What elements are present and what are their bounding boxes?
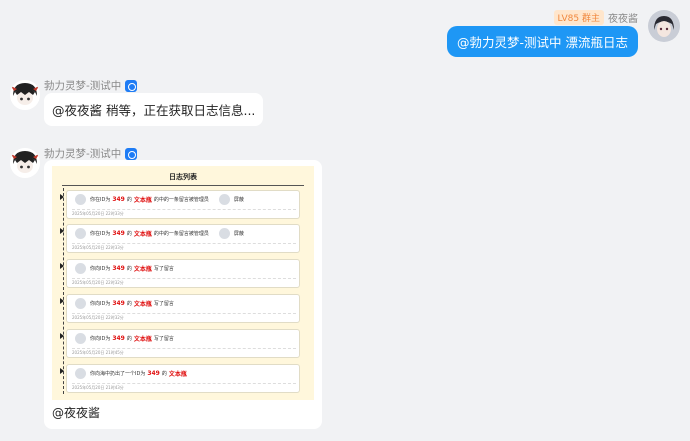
bot-avatar[interactable] bbox=[10, 80, 40, 110]
bottle-type: 文本瓶 bbox=[133, 197, 152, 204]
entry-prefix: 你向海中扔出了一个ID为 bbox=[90, 371, 146, 377]
user-avatar[interactable] bbox=[648, 10, 680, 42]
avatar bbox=[218, 194, 230, 205]
log-entry: 你在ID为 349 的文本瓶 的中的一条留言被管理员 屏蔽 2025年05月20日 22时… bbox=[60, 224, 300, 253]
entry-prefix: 你向ID为 bbox=[90, 266, 111, 272]
avatar bbox=[75, 333, 86, 344]
entry-connector: 的 bbox=[126, 231, 132, 237]
bottle-type: 文本瓶 bbox=[133, 336, 152, 343]
avatar bbox=[75, 228, 86, 239]
avatar bbox=[75, 298, 86, 309]
sender-name[interactable]: 夜夜酱 bbox=[608, 10, 638, 25]
outgoing-message: LV85 群主 夜夜酱 @勃力灵梦-测试中 漂流瓶日志 bbox=[380, 8, 680, 68]
entry-suffix: 的中的一条留言被管理员 bbox=[153, 197, 209, 203]
bottle-id: 349 bbox=[112, 196, 125, 203]
entry-time: 2025年05月20日 21时43分 bbox=[72, 383, 296, 391]
log-title: 日志列表 bbox=[62, 172, 304, 186]
entry-suffix: 写了留言 bbox=[153, 301, 174, 307]
bottle-type: 文本瓶 bbox=[133, 266, 152, 273]
log-entry: 你向ID为 349 的文本瓶 写了留言 2025年05月20日 22时32分 bbox=[60, 259, 300, 288]
log-entry: 你向ID为 349 的文本瓶 写了留言 2025年05月20日 22时32分 bbox=[60, 294, 300, 323]
entry-connector: 的 bbox=[126, 197, 132, 203]
bot-name-label: 勃力灵梦-测试中 bbox=[44, 80, 122, 92]
entry-connector: 的 bbox=[126, 336, 132, 342]
entry-time: 2025年05月20日 22时33分 bbox=[72, 209, 296, 217]
incoming-bubble[interactable]: @夜夜酱 稍等，正在获取日志信息... bbox=[44, 93, 264, 126]
entry-connector: 的 bbox=[126, 266, 132, 272]
outgoing-bubble[interactable]: @勃力灵梦-测试中 漂流瓶日志 bbox=[447, 26, 638, 57]
entry-suffix: 写了留言 bbox=[153, 336, 174, 342]
bottle-id: 349 bbox=[147, 370, 160, 377]
avatar bbox=[75, 368, 86, 379]
avatar bbox=[75, 194, 86, 205]
avatar bbox=[218, 228, 230, 239]
bottle-type: 文本瓶 bbox=[133, 301, 152, 308]
entry-time: 2025年05月20日 22时32分 bbox=[72, 278, 296, 286]
log-entry-text: 你向ID为 349 的文本瓶 写了留言 bbox=[75, 263, 174, 274]
entry-prefix: 你向ID为 bbox=[90, 336, 111, 342]
log-entry: 你在ID为 349 的文本瓶 的中的一条留言被管理员 屏蔽 2025年05月20日 22时… bbox=[60, 190, 300, 219]
timeline-line bbox=[63, 188, 64, 394]
entry-time: 2025年05月20日 22时33分 bbox=[72, 243, 296, 251]
entry-prefix: 你在ID为 bbox=[90, 197, 111, 203]
entry-actor: 屏蔽 bbox=[233, 231, 244, 237]
bottle-id: 349 bbox=[112, 335, 125, 342]
incoming-bubble-log[interactable]: 日志列表 你在ID为 349 的文本瓶 的中的一条留言被管理员 屏蔽 2025年05月20… bbox=[44, 160, 322, 429]
log-entry-text: 你向ID为 349 的文本瓶 写了留言 bbox=[75, 333, 174, 344]
log-entry-text: 你在ID为 349 的文本瓶 的中的一条留言被管理员 屏蔽 bbox=[75, 228, 244, 239]
mention-text: @夜夜酱 bbox=[52, 406, 101, 420]
bot-icon bbox=[125, 79, 138, 92]
bottle-id: 349 bbox=[112, 300, 125, 307]
sender-meta: LV85 群主 夜夜酱 bbox=[553, 10, 638, 25]
entry-actor: 屏蔽 bbox=[233, 197, 244, 203]
level-badge: LV85 群主 bbox=[553, 10, 604, 25]
bot-avatar[interactable] bbox=[10, 148, 40, 178]
bot-name: 勃力灵梦-测试中 bbox=[44, 78, 138, 93]
entry-suffix: 写了留言 bbox=[153, 266, 174, 272]
log-entry-text: 你向ID为 349 的文本瓶 写了留言 bbox=[75, 298, 174, 309]
log-entry: 你向ID为 349 的文本瓶 写了留言 2025年05月20日 21时45分 bbox=[60, 329, 300, 358]
entry-time: 2025年05月20日 22时32分 bbox=[72, 313, 296, 321]
bot-name: 勃力灵梦-测试中 bbox=[44, 146, 138, 161]
entry-suffix: 的中的一条留言被管理员 bbox=[153, 231, 209, 237]
log-card: 日志列表 你在ID为 349 的文本瓶 的中的一条留言被管理员 屏蔽 2025年05月20… bbox=[52, 166, 314, 400]
entry-prefix: 你向ID为 bbox=[90, 301, 111, 307]
bot-name-label: 勃力灵梦-测试中 bbox=[44, 148, 122, 160]
bottle-type: 文本瓶 bbox=[133, 231, 152, 238]
log-entry: 你向海中扔出了一个ID为 349 的文本瓶 2025年05月20日 21时43分 bbox=[60, 364, 300, 393]
entry-connector: 的 bbox=[126, 301, 132, 307]
bottle-type: 文本瓶 bbox=[168, 371, 187, 378]
bot-icon bbox=[125, 147, 138, 160]
bottle-id: 349 bbox=[112, 230, 125, 237]
bottle-id: 349 bbox=[112, 265, 125, 272]
entry-prefix: 你在ID为 bbox=[90, 231, 111, 237]
avatar bbox=[75, 263, 86, 274]
log-entry-text: 你向海中扔出了一个ID为 349 的文本瓶 bbox=[75, 368, 187, 379]
entry-time: 2025年05月20日 21时45分 bbox=[72, 348, 296, 356]
log-entry-text: 你在ID为 349 的文本瓶 的中的一条留言被管理员 屏蔽 bbox=[75, 194, 244, 205]
entry-connector: 的 bbox=[161, 371, 167, 377]
